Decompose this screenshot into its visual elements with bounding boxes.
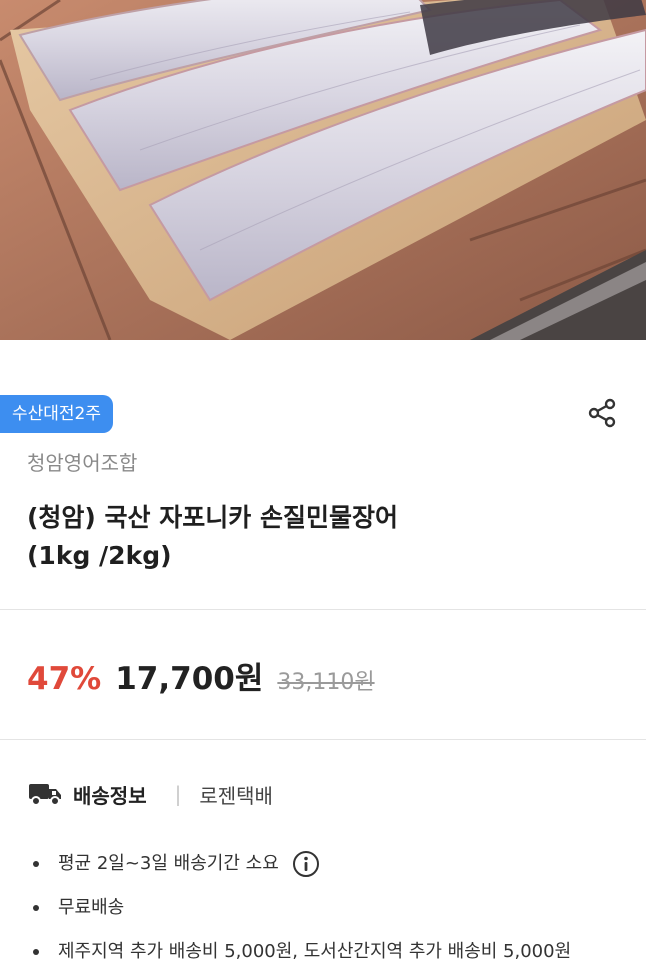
- extra-shipping-fee-text: 제주지역 추가 배송비 5,000원, 도서산간지역 추가 배송비 5,000원: [58, 941, 572, 962]
- product-image: [0, 0, 646, 340]
- delivery-period-text: 평균 2일~3일 배송기간 소요: [58, 853, 279, 874]
- divider: [0, 739, 646, 740]
- info-icon[interactable]: [291, 849, 321, 879]
- list-item: 제주지역 추가 배송비 5,000원, 도서산간지역 추가 배송비 5,000원: [30, 933, 571, 970]
- product-title-line-2: (1kg /2kg): [27, 541, 172, 570]
- promo-badge[interactable]: 수산대전2주: [0, 395, 114, 433]
- shipping-header: 배송정보 | 로젠택배: [27, 776, 273, 812]
- list-item: 무료배송: [30, 889, 571, 933]
- divider: [0, 609, 646, 610]
- price-row: 47% 17,700원 33,110원: [27, 653, 375, 697]
- shipping-label: 배송정보: [73, 783, 147, 808]
- carrier-name: 로젠택배: [199, 783, 273, 808]
- product-title: (청암) 국산 자포니카 손질민물장어 (1kg /2kg): [27, 499, 627, 575]
- free-shipping-text: 무료배송: [58, 897, 125, 918]
- truck-icon: [29, 784, 61, 806]
- separator: |: [174, 782, 182, 806]
- shipping-details-list: 평균 2일~3일 배송기간 소요 무료배송 제주지역 추가 배송비 5,000원…: [30, 845, 571, 970]
- seller-name[interactable]: 청암영어조합: [27, 447, 137, 476]
- share-button[interactable]: [584, 395, 620, 431]
- original-price: 33,110원: [277, 670, 375, 695]
- eel-fillets-illustration: [0, 0, 646, 340]
- list-item: 평균 2일~3일 배송기간 소요: [30, 845, 571, 889]
- share-icon: [588, 398, 616, 428]
- product-title-line-1: (청암) 국산 자포니카 손질민물장어: [27, 503, 398, 532]
- sale-price: 17,700원: [115, 661, 264, 697]
- discount-rate: 47%: [27, 661, 102, 697]
